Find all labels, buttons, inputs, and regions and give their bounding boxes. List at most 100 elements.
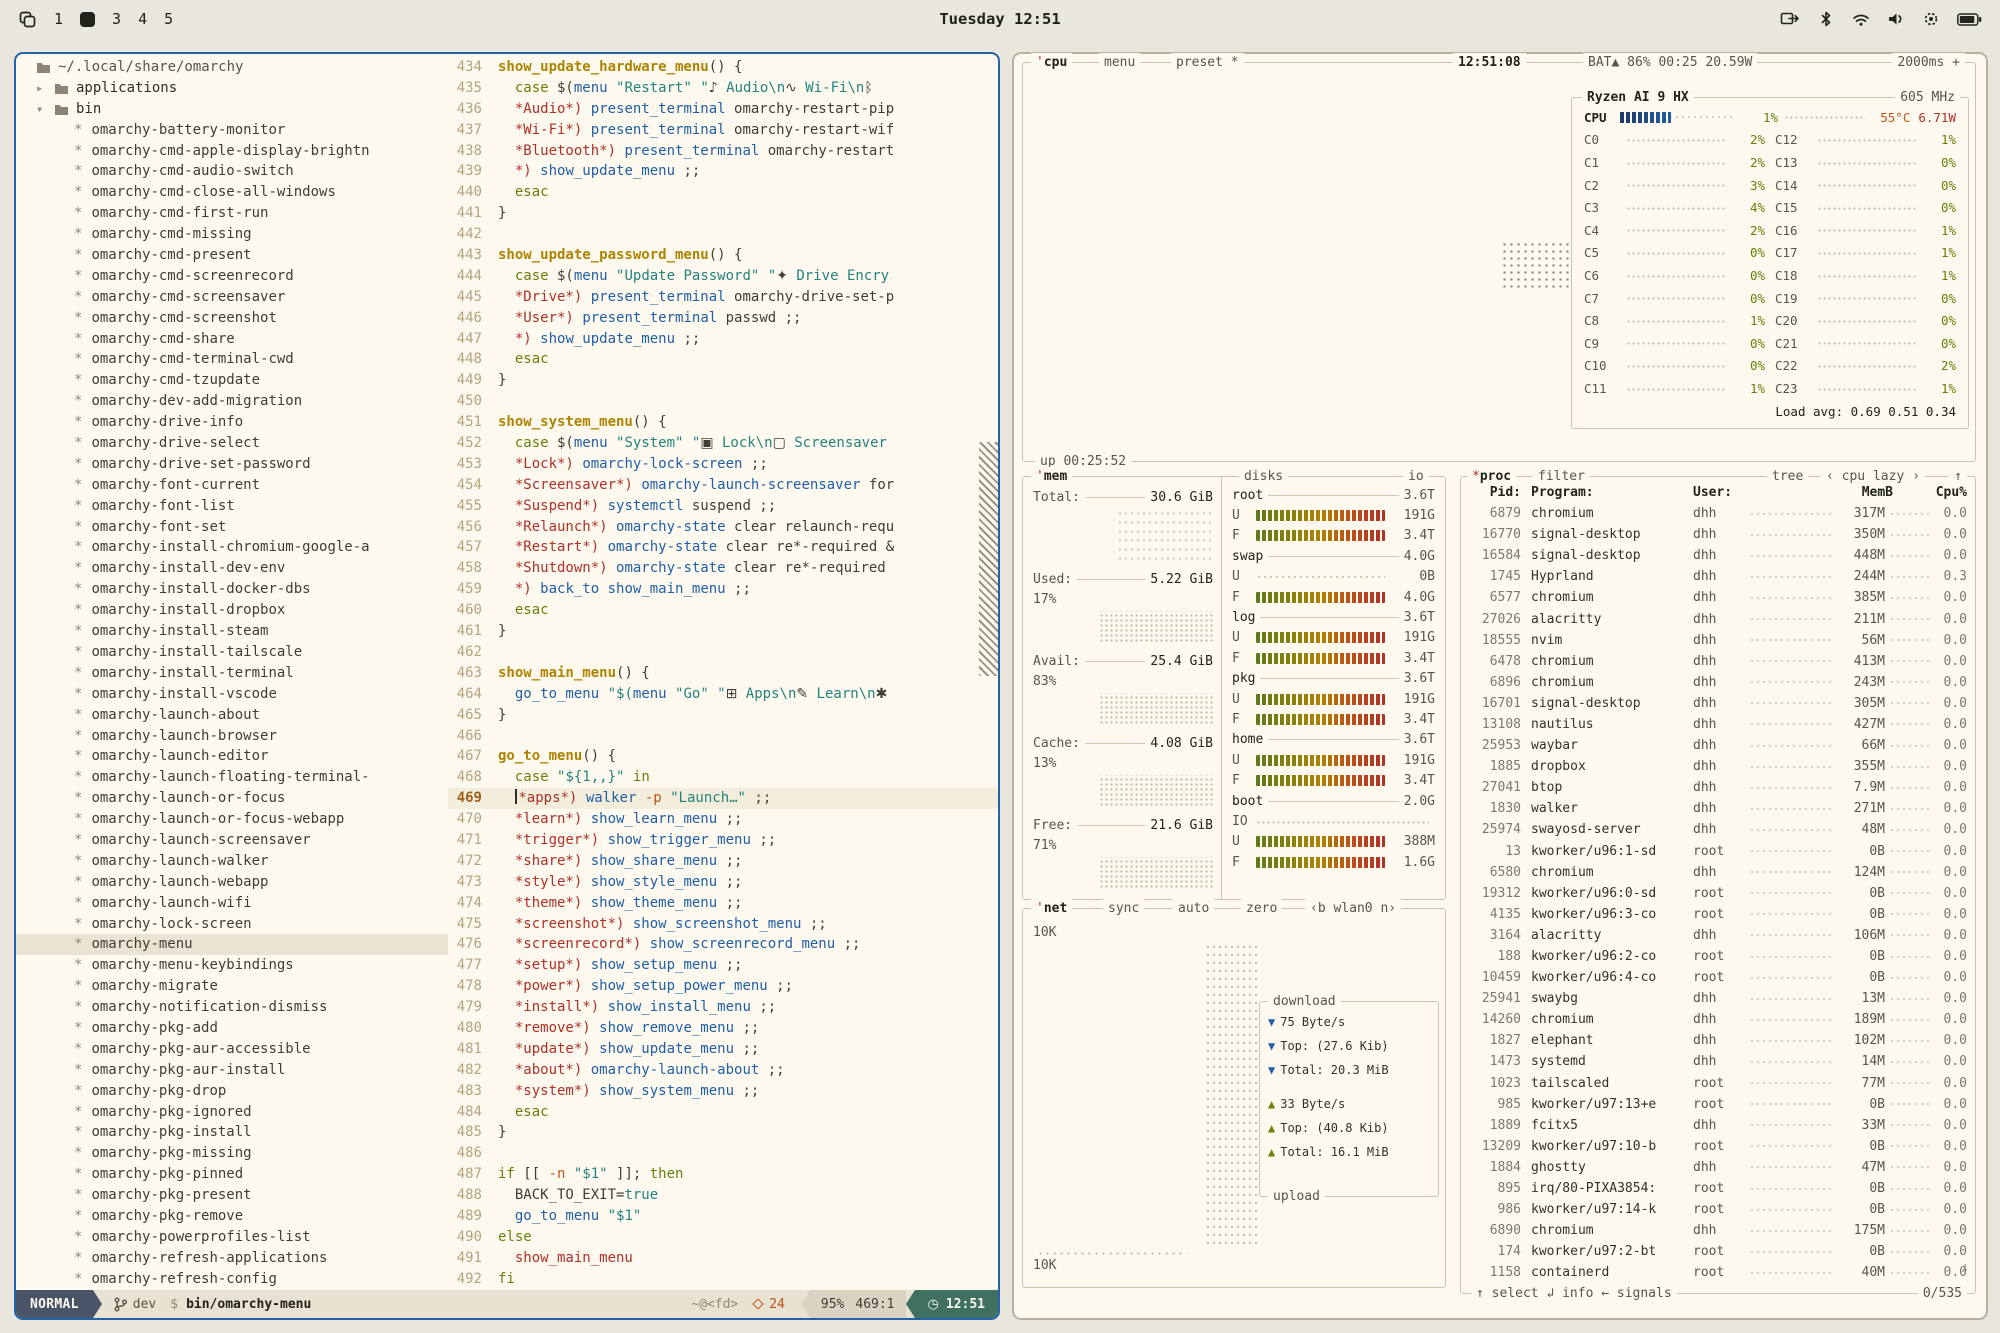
code-line[interactable]: 466: [448, 726, 998, 747]
plugin-count[interactable]: 24: [754, 1297, 785, 1312]
tab-io[interactable]: io: [1403, 467, 1429, 486]
code-line[interactable]: 455 *Suspend*) systemctl suspend ;;: [448, 496, 998, 517]
tree-file-item[interactable]: *omarchy-pkg-remove: [36, 1206, 448, 1227]
code-line[interactable]: 474 *theme*) show_theme_menu ;;: [448, 893, 998, 914]
tree-folder-applications[interactable]: ▸ applications: [36, 78, 448, 99]
code-line[interactable]: 457 *Restart*) omarchy-state clear re*-r…: [448, 537, 998, 558]
workspace-overview-icon[interactable]: [18, 10, 37, 29]
tree-file-item[interactable]: *omarchy-cmd-share: [36, 329, 448, 350]
code-line[interactable]: 480 *remove*) show_remove_menu ;;: [448, 1018, 998, 1039]
scroll-up-icon[interactable]: ↑: [1949, 467, 1967, 486]
tab-cpu[interactable]: 'cpu: [1031, 53, 1072, 72]
code-line[interactable]: 450: [448, 391, 998, 412]
code-line[interactable]: 490else: [448, 1227, 998, 1248]
settings-gear-icon[interactable]: [1922, 10, 1940, 28]
tree-file-item[interactable]: *omarchy-refresh-applications: [36, 1248, 448, 1269]
tree-file-item[interactable]: *omarchy-launch-browser: [36, 726, 448, 747]
code-line[interactable]: 485}: [448, 1122, 998, 1143]
tree-file-item[interactable]: *omarchy-launch-about: [36, 705, 448, 726]
process-row[interactable]: 19312kworker/u96:0-sdroot0B0.0: [1461, 883, 1975, 904]
workspace-5[interactable]: 5: [164, 10, 173, 28]
code-line[interactable]: 454 *Screensaver*) omarchy-launch-screen…: [448, 475, 998, 496]
process-row[interactable]: 986kworker/u97:14-kroot0B0.0: [1461, 1199, 1975, 1220]
process-row[interactable]: 14260chromiumdhh189M0.0: [1461, 1009, 1975, 1030]
process-row[interactable]: 25974swayosd-serverdhh48M0.0: [1461, 819, 1975, 840]
process-row[interactable]: 27041btopdhh7.9M0.0: [1461, 777, 1975, 798]
tree-file-item[interactable]: *omarchy-launch-screensaver: [36, 830, 448, 851]
code-line[interactable]: 471 *trigger*) show_trigger_menu ;;: [448, 830, 998, 851]
tree-file-item[interactable]: *omarchy-pkg-present: [36, 1185, 448, 1206]
code-line[interactable]: 484 esac: [448, 1102, 998, 1123]
process-row[interactable]: 1473systemddhh14M0.0: [1461, 1051, 1975, 1072]
tree-file-item[interactable]: *omarchy-lock-screen: [36, 914, 448, 935]
code-line[interactable]: 479 *install*) show_install_menu ;;: [448, 997, 998, 1018]
tree-file-item[interactable]: *omarchy-refresh-config: [36, 1269, 448, 1290]
code-line[interactable]: 476 *screenrecord*) show_screenrecord_me…: [448, 934, 998, 955]
tab-disks[interactable]: disks: [1239, 467, 1288, 486]
tree-file-item[interactable]: *omarchy-cmd-present: [36, 245, 448, 266]
tree-file-item[interactable]: *omarchy-battery-monitor: [36, 120, 448, 141]
code-line[interactable]: 482 *about*) omarchy-launch-about ;;: [448, 1060, 998, 1081]
process-row[interactable]: 6890chromiumdhh175M0.0: [1461, 1220, 1975, 1241]
code-line[interactable]: 439 *) show_update_menu ;;: [448, 161, 998, 182]
code-line[interactable]: 436 *Audio*) present_terminal omarchy-re…: [448, 99, 998, 120]
tree-file-item[interactable]: *omarchy-cmd-tzupdate: [36, 370, 448, 391]
process-row[interactable]: 1885dropboxdhh355M0.0: [1461, 756, 1975, 777]
process-row[interactable]: 1158containerdroot40M0.0: [1461, 1262, 1975, 1283]
tab-tree[interactable]: tree: [1767, 467, 1808, 486]
code-line[interactable]: 469 *apps*) walker -p "Launch…" ;;: [448, 788, 998, 809]
process-row[interactable]: 18555nvimdhh56M0.0: [1461, 630, 1975, 651]
process-row[interactable]: 25941swaybgdhh13M0.0: [1461, 988, 1975, 1009]
tab-preset[interactable]: preset *: [1171, 53, 1244, 72]
process-row[interactable]: 27026alacrittydhh211M0.0: [1461, 608, 1975, 629]
tree-file-item[interactable]: *omarchy-drive-select: [36, 433, 448, 454]
tree-file-item[interactable]: *omarchy-pkg-install: [36, 1122, 448, 1143]
tree-file-item[interactable]: *omarchy-install-docker-dbs: [36, 579, 448, 600]
code-line[interactable]: 467go_to_menu() {: [448, 746, 998, 767]
code-line[interactable]: 487if [[ -n "$1" ]]; then: [448, 1164, 998, 1185]
process-row[interactable]: 895irq/80-PIXA3854:root0B0.0: [1461, 1178, 1975, 1199]
tree-file-item[interactable]: *omarchy-cmd-audio-switch: [36, 161, 448, 182]
tree-file-item[interactable]: *omarchy-launch-editor: [36, 746, 448, 767]
tab-net[interactable]: 'net: [1031, 899, 1072, 918]
process-row[interactable]: 1745Hyprlanddhh244M0.3: [1461, 566, 1975, 587]
process-row[interactable]: 16770signal-desktopdhh350M0.0: [1461, 524, 1975, 545]
battery-icon[interactable]: [1957, 13, 1982, 26]
code-line[interactable]: 491 show_main_menu: [448, 1248, 998, 1269]
code-line[interactable]: 452 case $(menu "System" "▣ Lock\n▢ Scre…: [448, 433, 998, 454]
code-line[interactable]: 475 *screenshot*) show_screenshot_menu ;…: [448, 914, 998, 935]
code-line[interactable]: 442: [448, 224, 998, 245]
tree-file-item[interactable]: *omarchy-pkg-aur-install: [36, 1060, 448, 1081]
code-line[interactable]: 460 esac: [448, 600, 998, 621]
process-row[interactable]: 13108nautilusdhh427M0.0: [1461, 714, 1975, 735]
code-line[interactable]: 463show_main_menu() {: [448, 663, 998, 684]
tab-menu[interactable]: menu: [1099, 53, 1140, 72]
code-line[interactable]: 449}: [448, 370, 998, 391]
code-line[interactable]: 470 *learn*) show_learn_menu ;;: [448, 809, 998, 830]
code-line[interactable]: 492fi: [448, 1269, 998, 1290]
process-row[interactable]: 6879chromiumdhh317M0.0: [1461, 503, 1975, 524]
process-row[interactable]: 1889fcitx5dhh33M0.0: [1461, 1115, 1975, 1136]
process-row[interactable]: 13kworker/u96:1-sdroot0B0.0: [1461, 841, 1975, 862]
tree-file-item[interactable]: *omarchy-launch-webapp: [36, 872, 448, 893]
process-row[interactable]: 985kworker/u97:13+eroot0B0.0: [1461, 1094, 1975, 1115]
code-line[interactable]: 462: [448, 642, 998, 663]
volume-icon[interactable]: [1887, 10, 1905, 28]
tree-file-item[interactable]: *omarchy-install-vscode: [36, 684, 448, 705]
code-line[interactable]: 440 esac: [448, 182, 998, 203]
tree-file-item[interactable]: *omarchy-launch-walker: [36, 851, 448, 872]
tree-file-item[interactable]: *omarchy-pkg-add: [36, 1018, 448, 1039]
code-line[interactable]: 489 go_to_menu "$1": [448, 1206, 998, 1227]
tree-file-item[interactable]: *omarchy-install-steam: [36, 621, 448, 642]
code-line[interactable]: 448 esac: [448, 349, 998, 370]
tree-file-item[interactable]: *omarchy-cmd-screenshot: [36, 308, 448, 329]
code-line[interactable]: 486: [448, 1143, 998, 1164]
workspace-3[interactable]: 3: [112, 10, 121, 28]
process-row[interactable]: 10459kworker/u96:4-coroot0B0.0: [1461, 967, 1975, 988]
tree-file-item[interactable]: *omarchy-pkg-drop: [36, 1081, 448, 1102]
process-row[interactable]: 6580chromiumdhh124M0.0: [1461, 862, 1975, 883]
process-row[interactable]: 1827elephantdhh102M0.0: [1461, 1030, 1975, 1051]
tree-file-item[interactable]: *omarchy-launch-or-focus-webapp: [36, 809, 448, 830]
code-line[interactable]: 459 *) back_to show_main_menu ;;: [448, 579, 998, 600]
tree-file-item[interactable]: *omarchy-pkg-missing: [36, 1143, 448, 1164]
